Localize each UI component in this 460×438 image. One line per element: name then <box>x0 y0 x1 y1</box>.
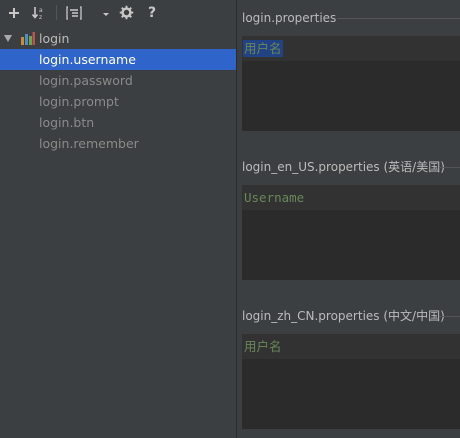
tree-item-login-btn[interactable]: login.btn <box>0 112 236 133</box>
section-divider <box>439 167 460 168</box>
svg-text:z: z <box>39 14 42 20</box>
help-icon[interactable]: ? <box>142 3 162 22</box>
resource-bundle-tree: login login.username login.password logi… <box>0 28 236 154</box>
section-divider <box>439 316 460 317</box>
group-by-icon[interactable] <box>64 3 84 22</box>
tree-item-login-password[interactable]: login.password <box>0 70 236 91</box>
chevron-down-icon[interactable] <box>96 3 116 22</box>
editor-title-en-us: login_en_US.properties (英语/美国) <box>242 160 445 174</box>
value-text: Username <box>244 190 305 205</box>
resource-bundle-editor-panel: login.properties 用户名 login_en_US.propert… <box>237 0 460 438</box>
tree-item-label: login.username <box>39 52 136 67</box>
value-editor-zh-cn[interactable]: 用户名 <box>242 334 460 429</box>
tree-toolbar: a z ? <box>0 0 236 25</box>
sort-alpha-icon[interactable]: a z <box>30 3 50 22</box>
value-editor-default[interactable]: 用户名 <box>242 36 460 131</box>
value-text: 用户名 <box>244 339 282 354</box>
tree-root-login[interactable]: login <box>0 28 236 49</box>
toolbar-separator <box>56 5 57 20</box>
value-editor-en-us[interactable]: Username <box>242 185 460 280</box>
tree-item-login-remember[interactable]: login.remember <box>0 133 236 154</box>
expand-arrow-icon[interactable] <box>4 35 12 42</box>
editor-title-default: login.properties <box>242 11 337 25</box>
gear-icon[interactable] <box>116 3 136 22</box>
section-divider <box>337 18 460 19</box>
tree-item-label: login.prompt <box>39 94 119 109</box>
tree-root-label: login <box>39 31 70 46</box>
tree-item-login-username[interactable]: login.username <box>0 49 236 70</box>
svg-text:a: a <box>39 7 43 14</box>
tree-item-label: login.password <box>39 73 133 88</box>
resource-bundle-icon <box>21 32 35 45</box>
tree-item-label: login.remember <box>39 136 139 151</box>
tree-item-label: login.btn <box>39 115 95 130</box>
plus-icon[interactable] <box>4 3 24 22</box>
editor-title-zh-cn: login_zh_CN.properties (中文/中国) <box>242 309 445 323</box>
tree-item-login-prompt[interactable]: login.prompt <box>0 91 236 112</box>
value-text: 用户名 <box>243 40 283 57</box>
resource-bundle-tree-panel: a z ? login login.username login.passwor… <box>0 0 236 438</box>
